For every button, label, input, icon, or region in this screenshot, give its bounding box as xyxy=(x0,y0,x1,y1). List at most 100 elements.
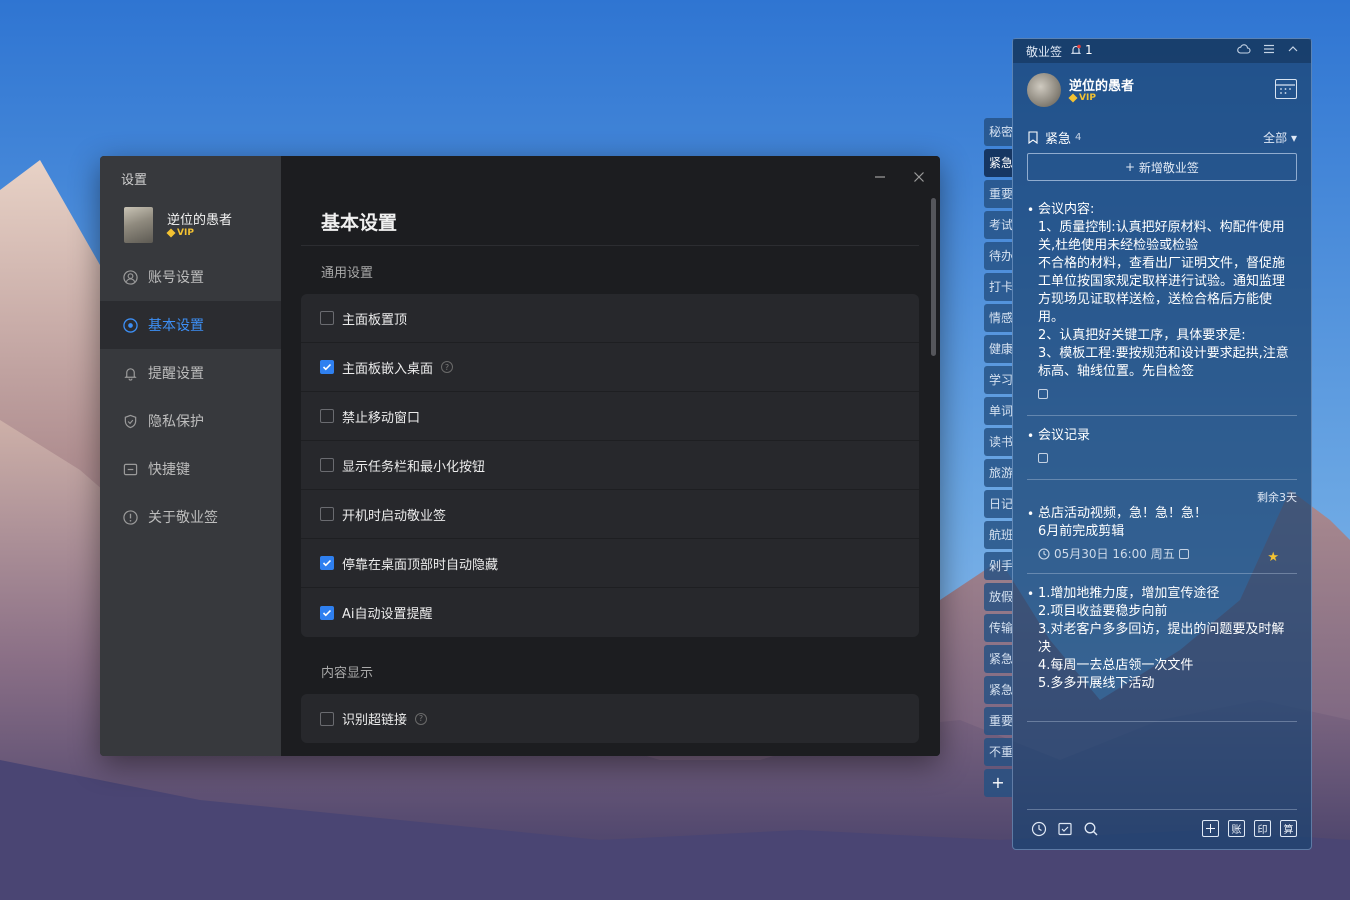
user-profile[interactable]: 逆位的愚者 VIP xyxy=(124,207,274,243)
close-button[interactable] xyxy=(908,166,930,188)
option-autostart[interactable]: 开机时启动敬业签 xyxy=(301,490,919,539)
divider xyxy=(1027,573,1297,574)
menu-icon[interactable] xyxy=(1263,43,1275,55)
notes-title-bar: 敬业签 1 xyxy=(1013,39,1311,63)
search-icon[interactable] xyxy=(1083,821,1099,837)
option-label: 主面板嵌入桌面 xyxy=(342,361,434,377)
checkbox[interactable] xyxy=(320,711,334,726)
option-panel-top[interactable]: 主面板置顶 xyxy=(301,294,919,343)
checkbox[interactable] xyxy=(320,507,334,521)
option-ai-reminder[interactable]: Ai自动设置提醒 xyxy=(301,588,919,637)
top-toolbar xyxy=(1237,43,1299,55)
minimize-icon xyxy=(875,176,885,178)
split-view-icon[interactable] xyxy=(1202,820,1219,837)
avatar xyxy=(1027,73,1061,107)
checkbox[interactable] xyxy=(320,360,334,374)
tab-transfer[interactable]: 传输 xyxy=(984,614,1012,642)
option-lock-window[interactable]: 禁止移动窗口 xyxy=(301,392,919,441)
collapse-icon[interactable] xyxy=(1287,43,1299,55)
category-header: 紧急 4 全部 ▾ xyxy=(1027,127,1297,147)
nav-label: 隐私保护 xyxy=(148,414,204,430)
stamp-button[interactable]: 印 xyxy=(1254,820,1271,837)
tab-diary[interactable]: 日记 xyxy=(984,490,1012,518)
divider xyxy=(1027,809,1297,810)
tab-study[interactable]: 学习 xyxy=(984,366,1012,394)
add-note-button[interactable]: + 新增敬业签 xyxy=(1027,153,1297,181)
tab-reading[interactable]: 读书 xyxy=(984,428,1012,456)
tab-important[interactable]: 重要 xyxy=(984,180,1012,208)
tab-exam[interactable]: 考试 xyxy=(984,211,1012,239)
section-label-general: 通用设置 xyxy=(321,266,374,281)
note-item[interactable]: • 会议记录 xyxy=(1027,427,1297,469)
note-item[interactable]: • 总店活动视频，急！急！急！ 6月前完成剪辑 05月30日 16:00 周五 … xyxy=(1027,505,1297,565)
calendar-icon[interactable] xyxy=(1275,79,1297,99)
add-tab-button[interactable]: + xyxy=(984,769,1012,797)
checkbox[interactable] xyxy=(320,311,334,325)
nav-item-basic[interactable]: 基本设置 xyxy=(100,301,281,349)
nav-item-about[interactable]: 关于敬业签 xyxy=(100,493,281,541)
window-title: 设置 xyxy=(121,173,148,188)
checkbox[interactable] xyxy=(320,458,334,472)
bell-icon xyxy=(122,365,138,381)
option-embed-desktop[interactable]: 主面板嵌入桌面 ? xyxy=(301,343,919,392)
tab-travel[interactable]: 旅游 xyxy=(984,459,1012,487)
note-item[interactable]: • 会议内容: 1、质量控制:认真把好原材料、构配件使用 关,杜绝使用未经检验或… xyxy=(1027,201,1297,405)
tab-health[interactable]: 健康 xyxy=(984,335,1012,363)
nav-item-shortcuts[interactable]: 快捷键 xyxy=(100,445,281,493)
note-reminder-time: 05月30日 16:00 周五 xyxy=(1038,545,1297,563)
minimize-button[interactable] xyxy=(869,166,891,188)
sticky-notes-panel: 敬业签 1 逆位的愚者 VIP 紧急 4 全部 ▾ + 新增敬业签 • 会议内容… xyxy=(1012,38,1312,850)
checkbox[interactable] xyxy=(320,556,334,570)
cloud-sync-icon[interactable] xyxy=(1237,43,1251,55)
scrollbar[interactable] xyxy=(931,198,936,356)
tab-important-2[interactable]: 重要 xyxy=(984,707,1012,735)
notification-bell[interactable]: 1 xyxy=(1070,43,1093,57)
tab-flight[interactable]: 航班 xyxy=(984,521,1012,549)
nav-item-privacy[interactable]: 隐私保护 xyxy=(100,397,281,445)
divider xyxy=(1027,415,1297,416)
checkbox[interactable] xyxy=(320,409,334,423)
divider xyxy=(1027,479,1297,480)
remaining-days: 剩余3天 xyxy=(1257,491,1297,504)
user-name: 逆位的愚者 xyxy=(1069,79,1135,94)
filter-dropdown[interactable]: 全部 ▾ xyxy=(1263,129,1297,146)
calculator-button[interactable]: 算 xyxy=(1280,820,1297,837)
page-title: 基本设置 xyxy=(321,212,398,234)
tab-urgent-2[interactable]: 紧急 xyxy=(984,645,1012,673)
tab-secret[interactable]: 秘密 xyxy=(984,118,1012,146)
option-show-taskbar[interactable]: 显示任务栏和最小化按钮 xyxy=(301,441,919,490)
option-label: Ai自动设置提醒 xyxy=(342,607,433,622)
option-auto-hide[interactable]: 停靠在桌面顶部时自动隐藏 xyxy=(301,539,919,588)
star-icon[interactable]: ★ xyxy=(1267,549,1279,567)
content-options-group: 识别超链接 ? xyxy=(301,694,919,743)
nav-item-reminder[interactable]: 提醒设置 xyxy=(100,349,281,397)
vip-badge: VIP xyxy=(166,228,194,238)
tab-holiday[interactable]: 放假 xyxy=(984,583,1012,611)
bookmark-icon xyxy=(1028,130,1038,144)
diamond-icon xyxy=(166,228,176,238)
target-icon xyxy=(122,317,138,333)
close-icon xyxy=(914,172,924,182)
help-icon[interactable]: ? xyxy=(415,712,428,725)
help-icon[interactable]: ? xyxy=(441,361,454,373)
nav-item-account[interactable]: 账号设置 xyxy=(100,253,281,301)
tab-checkin[interactable]: 打卡 xyxy=(984,273,1012,301)
tab-words[interactable]: 单词 xyxy=(984,397,1012,425)
ledger-button[interactable]: 账 xyxy=(1228,820,1245,837)
tab-urgent-3[interactable]: 紧急 xyxy=(984,676,1012,704)
tab-emotion[interactable]: 情感 xyxy=(984,304,1012,332)
bell-icon xyxy=(1070,44,1082,54)
keyboard-icon xyxy=(122,461,138,477)
option-detect-links[interactable]: 识别超链接 ? xyxy=(301,694,919,743)
tab-shopping[interactable]: 剁手 xyxy=(984,552,1012,580)
checklist-icon[interactable] xyxy=(1057,821,1073,837)
lock-icon xyxy=(1038,453,1048,463)
checkbox[interactable] xyxy=(320,605,334,620)
note-item[interactable]: • 1.增加地推力度，增加宣传途径 2.项目收益要稳步向前 3.对老客户多多回访… xyxy=(1027,585,1297,693)
clock-icon[interactable] xyxy=(1031,821,1047,837)
tab-todo[interactable]: 待办 xyxy=(984,242,1012,270)
lock-icon xyxy=(1178,549,1189,559)
nav-label: 基本设置 xyxy=(148,318,204,334)
tab-urgent[interactable]: 紧急 xyxy=(984,149,1012,177)
tab-not-important[interactable]: 不重 xyxy=(984,738,1012,766)
